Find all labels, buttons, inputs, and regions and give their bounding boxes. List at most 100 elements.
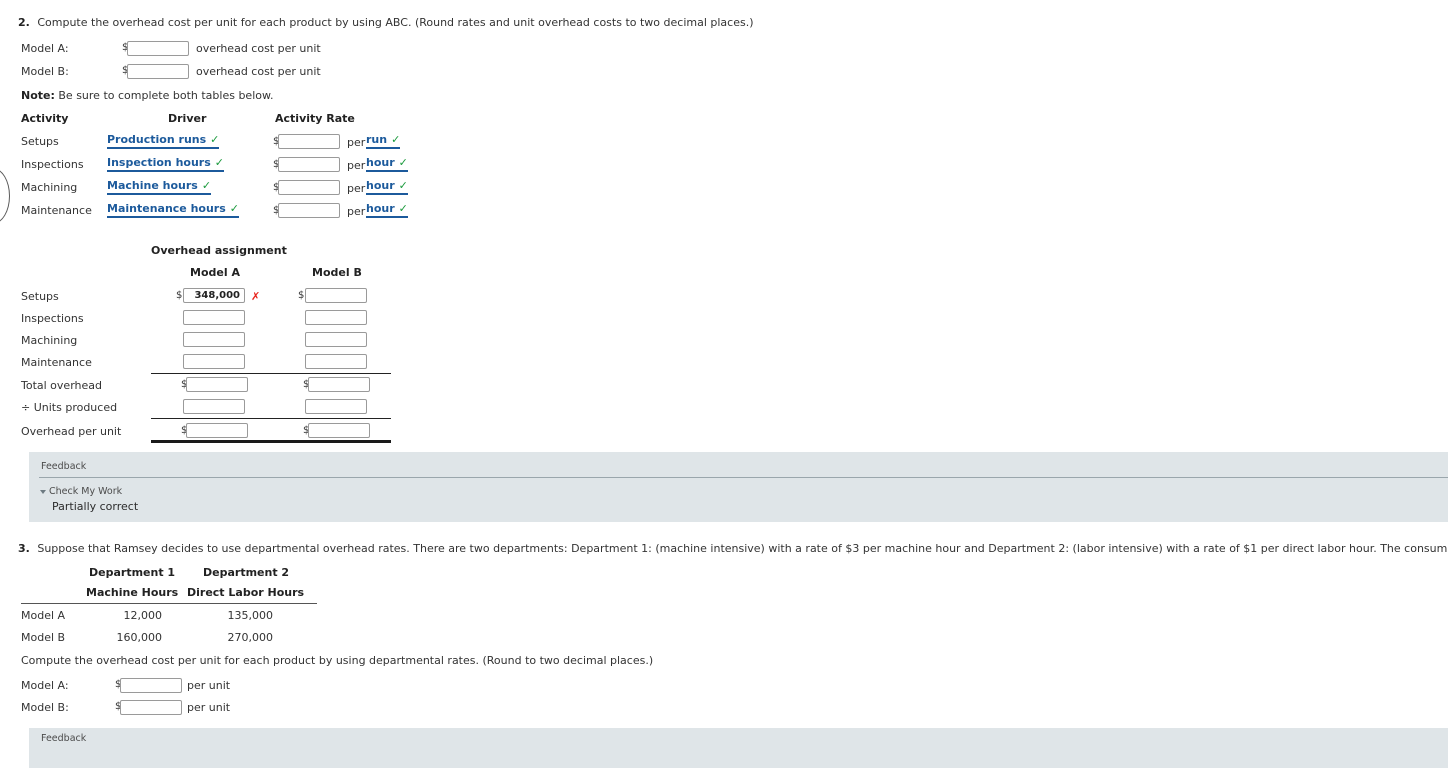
q2-answer-suffix-model-a: overhead cost per unit: [196, 42, 321, 55]
activity-rate-input-setups[interactable]: [278, 134, 340, 149]
department-hours-table: Department 1 Department 2 Machine Hours …: [0, 566, 1448, 652]
overhead-row-label: ÷ Units produced: [21, 401, 118, 414]
overhead-input-machining-model-b[interactable]: [305, 332, 367, 347]
activity-label: Inspections: [21, 158, 84, 171]
activity-table-header-driver: Driver: [168, 112, 207, 125]
overhead-input-total-model-b[interactable]: [308, 377, 370, 392]
overhead-input-setups-model-b[interactable]: [305, 288, 367, 303]
q3-answer-label-model-a: Model A:: [21, 679, 69, 692]
check-my-work-toggle[interactable]: Check My Work: [40, 486, 122, 497]
driver-select-machining[interactable]: Machine hours ✓: [107, 179, 212, 195]
overhead-col-header-model-a: Model A: [190, 266, 240, 279]
rate-unit-select-setups[interactable]: run ✓: [366, 133, 401, 149]
activity-rate-table: Activity Driver Activity Rate Setups Pro…: [0, 112, 1448, 222]
dept-row-label: Model A: [21, 609, 66, 622]
rate-unit-select-machining[interactable]: hour ✓: [366, 179, 408, 195]
question-2-number: 2.: [18, 16, 30, 29]
driver-select-setups[interactable]: Production runs ✓: [107, 133, 220, 149]
per-label: per: [347, 182, 366, 195]
feedback-status-text: Partially correct: [52, 500, 139, 513]
dept-table-header-rule: [21, 603, 317, 604]
driver-label: Maintenance hours: [107, 202, 226, 215]
overhead-input-inspections-model-b[interactable]: [305, 310, 367, 325]
check-icon: ✓: [398, 202, 408, 215]
dept2-value: 135,000: [227, 609, 274, 622]
driver-select-inspections[interactable]: Inspection hours ✓: [107, 156, 224, 172]
dept2-header-line2: Direct Labor Hours: [187, 586, 305, 599]
feedback-panel-q2: Feedback Check My Work Partially correct: [29, 452, 1448, 522]
per-label: per: [347, 136, 366, 149]
q2-overhead-cost-input-model-a[interactable]: [127, 41, 189, 56]
dept2-value: 270,000: [227, 631, 274, 644]
feedback-title: Feedback: [41, 461, 87, 472]
q2-answer-label-model-b: Model B:: [21, 65, 69, 78]
q3-overhead-cost-input-model-b[interactable]: [120, 700, 182, 715]
check-icon: ✓: [398, 156, 408, 169]
q3-overhead-cost-input-model-a[interactable]: [120, 678, 182, 693]
overhead-row-label: Maintenance: [21, 356, 92, 369]
overhead-input-setups-model-a[interactable]: [183, 288, 245, 303]
q2-note: Note: Be sure to complete both tables be…: [21, 89, 273, 103]
activity-rate-input-inspections[interactable]: [278, 157, 340, 172]
overhead-input-units-model-b[interactable]: [305, 399, 367, 414]
rate-unit-label: hour: [366, 179, 395, 192]
activity-label: Setups: [21, 135, 59, 148]
q2-overhead-cost-input-model-b[interactable]: [127, 64, 189, 79]
driver-label: Inspection hours: [107, 156, 211, 169]
dept1-header-line2: Machine Hours: [86, 586, 179, 599]
table-rule-subtotal: [151, 373, 391, 374]
rate-unit-select-maintenance[interactable]: hour ✓: [366, 202, 408, 218]
overhead-row-label: Inspections: [21, 312, 84, 325]
overhead-row-label: Overhead per unit: [21, 425, 122, 438]
check-my-work-label: Check My Work: [49, 486, 123, 497]
rate-unit-label: hour: [366, 202, 395, 215]
overhead-input-per-unit-model-b[interactable]: [308, 423, 370, 438]
table-rule-before-per-unit: [151, 418, 391, 419]
check-icon: ✓: [229, 202, 239, 215]
overhead-input-maintenance-model-b[interactable]: [305, 354, 367, 369]
overhead-input-total-model-a[interactable]: [186, 377, 248, 392]
incorrect-x-icon: ✗: [251, 290, 261, 303]
q2-answer-label-model-a: Model A:: [21, 42, 69, 55]
rate-unit-label: run: [366, 133, 388, 146]
check-icon: ✓: [398, 179, 408, 192]
overhead-assignment-title: Overhead assignment: [151, 244, 287, 257]
overhead-input-maintenance-model-a[interactable]: [183, 354, 245, 369]
feedback-divider: [39, 477, 1448, 478]
dept1-value: 12,000: [123, 609, 163, 622]
dept1-value: 160,000: [116, 631, 163, 644]
question-3-number: 3.: [18, 542, 30, 555]
q2-answer-suffix-model-b: overhead cost per unit: [196, 65, 321, 78]
overhead-input-per-unit-model-a[interactable]: [186, 423, 248, 438]
per-label: per: [347, 159, 366, 172]
question-2-prompt: Compute the overhead cost per unit for e…: [37, 16, 754, 29]
overhead-input-machining-model-a[interactable]: [183, 332, 245, 347]
driver-select-maintenance[interactable]: Maintenance hours ✓: [107, 202, 239, 218]
feedback-panel-q3: Feedback: [29, 728, 1448, 768]
overhead-row-label: Machining: [21, 334, 78, 347]
per-label: per: [347, 205, 366, 218]
dept-row-label: Model B: [21, 631, 66, 644]
q3-answer-suffix-model-b: per unit: [187, 701, 231, 714]
overhead-col-header-model-b: Model B: [312, 266, 362, 279]
overhead-dollar-sign-b: $: [298, 290, 305, 301]
overhead-input-units-model-a[interactable]: [183, 399, 245, 414]
chevron-down-icon: [40, 489, 46, 494]
dept1-header-line1: Department 1: [89, 566, 176, 579]
overhead-row-label: Setups: [21, 290, 59, 303]
q3-answer-label-model-b: Model B:: [21, 701, 69, 714]
activity-table-header-activity-rate: Activity Rate: [275, 112, 355, 125]
activity-rate-input-machining[interactable]: [278, 180, 340, 195]
check-icon: ✓: [201, 179, 212, 192]
q2-note-label: Note:: [21, 89, 55, 102]
driver-label: Production runs: [107, 133, 207, 146]
overhead-input-inspections-model-a[interactable]: [183, 310, 245, 325]
activity-label: Maintenance: [21, 204, 92, 217]
rate-unit-select-inspections[interactable]: hour ✓: [366, 156, 408, 172]
activity-table-header-activity: Activity: [21, 112, 69, 125]
activity-rate-input-maintenance[interactable]: [278, 203, 340, 218]
overhead-assignment-table: Overhead assignment Model A Model B Setu…: [0, 244, 1448, 444]
check-icon: ✓: [214, 156, 224, 169]
q3-compute-prompt: Compute the overhead cost per unit for e…: [21, 654, 654, 667]
overhead-dollar-sign-a: $: [176, 290, 183, 301]
